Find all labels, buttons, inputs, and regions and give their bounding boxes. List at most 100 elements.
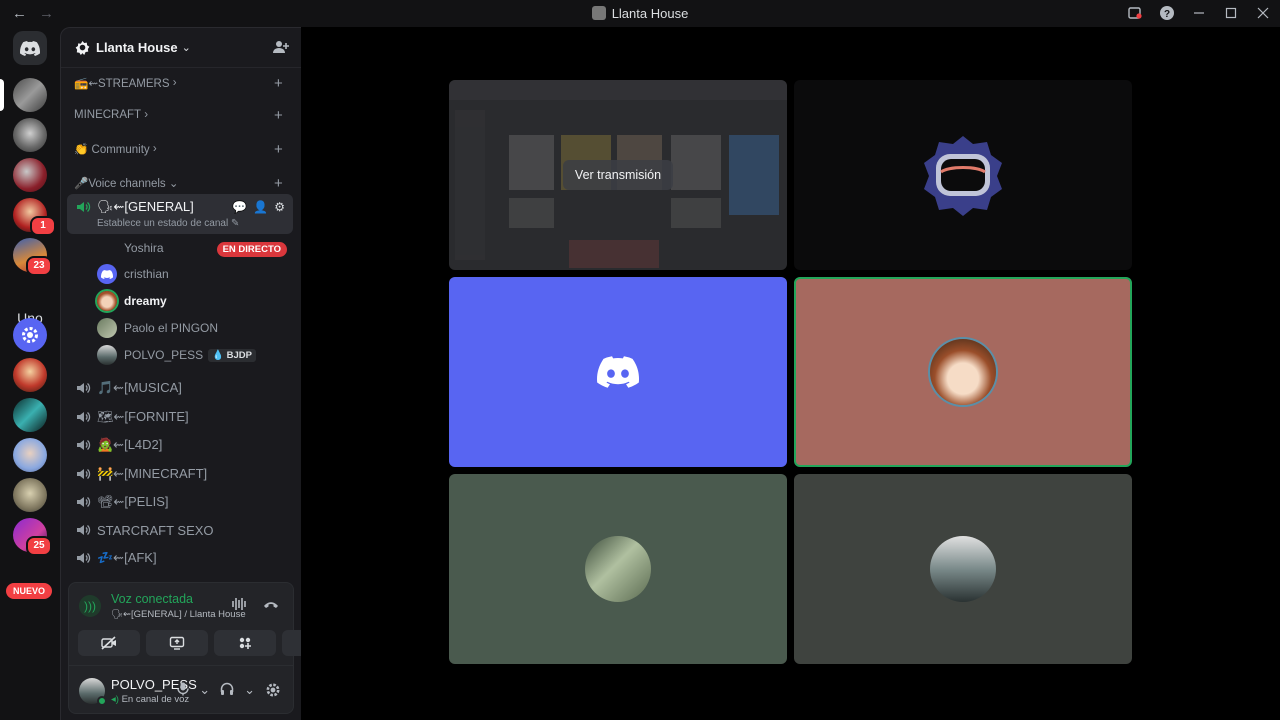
inbox-icon[interactable]: [1126, 4, 1144, 22]
server-icon-7[interactable]: [13, 358, 47, 392]
server-icon-10[interactable]: [13, 478, 47, 512]
user-name: Paolo el PINGON: [124, 321, 219, 335]
add-channel-icon[interactable]: +: [274, 175, 283, 192]
discord-logo-icon: [20, 40, 40, 56]
category-minecraft[interactable]: MINECRAFT › +: [74, 107, 283, 124]
speaker-icon: [77, 412, 91, 422]
maximize-icon[interactable]: [1222, 4, 1240, 22]
user-name: dreamy: [124, 294, 167, 308]
voice-user-panel: ))) Voz conectada 🗣⇜[GENERAL] / Llanta H…: [68, 582, 344, 714]
category-label: 📻⇜STREAMERS: [74, 78, 170, 90]
window-controls: ?: [1126, 4, 1272, 22]
microphone-icon[interactable]: [177, 682, 189, 701]
voice-channel-pelis[interactable]: 📽⇜[PELIS]: [67, 489, 293, 515]
live-badge: EN DIRECTO: [216, 242, 287, 257]
voice-user-yoshira[interactable]: Yoshira: [97, 236, 164, 260]
channel-name: 🎵⇜[MUSICA]: [97, 380, 182, 395]
chat-icon[interactable]: 💬: [232, 200, 247, 214]
voice-location[interactable]: 🗣⇜[GENERAL] / Llanta House: [111, 609, 246, 620]
server-name: Llanta House: [96, 40, 178, 55]
stream-tile-yoshira[interactable]: Ver transmisión: [449, 80, 787, 270]
watch-stream-button[interactable]: Ver transmisión: [562, 160, 674, 190]
discord-logo-icon: [597, 356, 639, 388]
voice-user-dreamy[interactable]: dreamy: [97, 289, 167, 313]
noise-suppression-icon[interactable]: [231, 597, 247, 614]
voice-user-cristhian[interactable]: cristhian: [97, 262, 169, 286]
channel-name: 🗣⇜[GENERAL]: [97, 199, 194, 214]
camera-off-button[interactable]: [78, 630, 140, 656]
server-llanta-house[interactable]: [13, 78, 47, 112]
invite-icon[interactable]: 👤: [253, 200, 268, 214]
speaker-icon: ◂): [111, 694, 119, 705]
user-name: POLVO_PESS: [124, 348, 204, 362]
headphones-icon[interactable]: [220, 682, 234, 701]
divider: [69, 665, 293, 666]
disconnect-icon[interactable]: [263, 597, 279, 614]
online-status-dot: [97, 696, 107, 706]
channel-actions: 💬 👤 ⚙: [232, 200, 285, 214]
speaker-icon: [77, 525, 91, 535]
server-icon-8[interactable]: [13, 398, 47, 432]
new-badge: NUEVO: [6, 583, 52, 599]
user-controls: ⌄ ⌄: [177, 682, 281, 701]
avatar: [97, 318, 117, 338]
avatar: [97, 238, 117, 258]
participant-tile-paolo[interactable]: [449, 474, 787, 664]
mic-options-chevron-icon[interactable]: ⌄: [199, 682, 210, 701]
speaker-icon: [77, 440, 91, 450]
activities-button[interactable]: [214, 630, 276, 656]
chevron-down-icon: ⌄: [181, 42, 191, 54]
server-icon-9[interactable]: [13, 438, 47, 472]
server-header[interactable]: Llanta House ⌄: [61, 28, 301, 68]
window-title: Llanta House: [0, 6, 1280, 21]
server-gear-icon[interactable]: [13, 318, 47, 352]
voice-channel-general[interactable]: 🗣⇜[GENERAL] Establece un estado de canal…: [67, 194, 293, 234]
unread-badge: 23: [26, 256, 52, 276]
channel-sidebar: Llanta House ⌄ 📻⇜STREAMERS › + MINECRAFT …: [60, 27, 344, 720]
voice-user-paolo[interactable]: Paolo el PINGON: [97, 316, 218, 340]
share-screen-button[interactable]: [146, 630, 208, 656]
channel-status-placeholder[interactable]: Establece un estado de canal ✎: [97, 218, 239, 229]
voice-channel-musica[interactable]: 🎵⇜[MUSICA]: [67, 375, 293, 401]
participant-tile-cristhian[interactable]: [449, 277, 787, 467]
server-icon-2[interactable]: [13, 118, 47, 152]
participant-tile-polvo-pess[interactable]: [794, 474, 1132, 664]
channel-name: 💤⇜[AFK]: [97, 550, 157, 565]
participant-tile-2[interactable]: [794, 80, 1132, 270]
voice-user-polvo-pess[interactable]: POLVO_PESS 💧 BJDP: [97, 343, 256, 367]
audio-options-chevron-icon[interactable]: ⌄: [244, 682, 255, 701]
close-icon[interactable]: [1254, 4, 1272, 22]
avatar: [97, 264, 117, 284]
voice-status[interactable]: Voz conectada: [111, 592, 193, 606]
voice-channel-fornite[interactable]: 🗺⇜[FORNITE]: [67, 404, 293, 430]
category-label: 👏 Community: [74, 144, 150, 156]
help-icon[interactable]: ?: [1158, 4, 1176, 22]
category-streamers[interactable]: 📻⇜STREAMERS › +: [74, 75, 283, 92]
add-channel-icon[interactable]: +: [274, 75, 283, 92]
avatar: [585, 536, 651, 602]
voice-channel-l4d2[interactable]: 🧟⇜[L4D2]: [67, 432, 293, 458]
selected-server-pill: [0, 79, 4, 111]
category-voice-channels[interactable]: 🎤Voice channels ⌄ +: [74, 175, 283, 192]
svg-text:?: ?: [1164, 9, 1170, 20]
minimize-icon[interactable]: [1190, 4, 1208, 22]
category-community[interactable]: 👏 Community › +: [74, 141, 283, 158]
participant-tile-dreamy[interactable]: [794, 277, 1132, 467]
category-label: 🎤Voice channels: [74, 178, 166, 190]
server-mini-icon: [591, 6, 606, 20]
voice-channel-afk[interactable]: 💤⇜[AFK]: [67, 545, 293, 571]
server-boost-icon: [75, 40, 90, 55]
channel-name: 🗺⇜[FORNITE]: [97, 409, 189, 424]
add-channel-icon[interactable]: +: [274, 141, 283, 158]
invite-people-icon[interactable]: [273, 40, 289, 57]
user-settings-gear-icon[interactable]: [265, 682, 281, 701]
connection-signal-icon[interactable]: ))): [79, 595, 101, 617]
voice-channel-minecraft[interactable]: 🚧⇜[MINECRAFT]: [67, 461, 293, 487]
add-channel-icon[interactable]: +: [274, 107, 283, 124]
server-icon-3[interactable]: [13, 158, 47, 192]
discord-home-button[interactable]: [13, 31, 47, 65]
gear-icon[interactable]: ⚙: [274, 200, 285, 214]
voice-channel-starcraft[interactable]: STARCRAFT SEXO: [67, 517, 293, 543]
unread-badge: 1: [30, 216, 56, 236]
category-label: MINECRAFT: [74, 109, 142, 121]
